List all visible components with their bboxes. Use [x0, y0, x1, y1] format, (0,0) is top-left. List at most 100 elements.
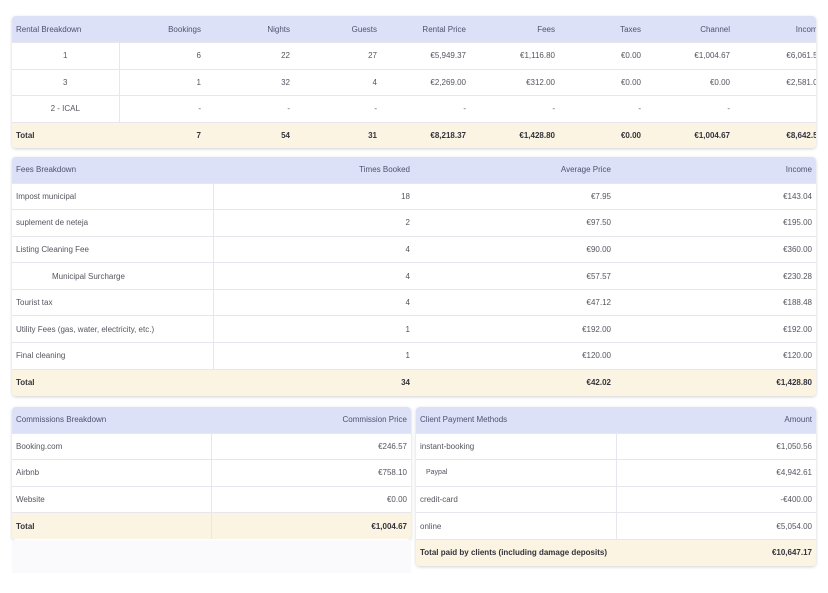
- fee-income-cell: €195.00: [783, 218, 812, 228]
- col-header-fee-income[interactable]: Income: [615, 157, 816, 183]
- col-header-fees-breakdown[interactable]: Fees Breakdown: [12, 157, 213, 183]
- payment-method-name: credit-card: [416, 486, 617, 513]
- amount-cell: €4,942.61: [776, 468, 812, 478]
- total-row: Total 34 €42.02 €1,428.80: [12, 369, 816, 396]
- income-cell: -: [734, 96, 816, 123]
- fees-header-row: Fees Breakdown Times Booked Average Pric…: [12, 157, 816, 183]
- rental-breakdown-card: Rental Breakdown Bookings Nights Guests …: [12, 16, 816, 148]
- col-header-fees[interactable]: Fees: [470, 16, 559, 43]
- bookings-cell: -: [198, 104, 201, 114]
- commission-price-cell: €758.10: [378, 468, 407, 478]
- fee-income-cell: €360.00: [783, 244, 812, 254]
- table-row: online €5,054.00: [416, 512, 816, 540]
- income-cell: €2,581.00: [786, 77, 816, 87]
- channel-name: Airbnb: [12, 459, 212, 487]
- empty-panel-area: [12, 540, 411, 573]
- total-fee-income: €1,428.80: [776, 378, 812, 388]
- average-price-cell: €57.57: [586, 271, 611, 281]
- table-row: Airbnb €758.10: [12, 459, 411, 487]
- fees-cell: €1,116.80: [520, 51, 555, 61]
- fee-name: Utility Fees (gas, water, electricity, e…: [12, 315, 214, 343]
- rental-name: 2 - ICAL: [12, 95, 120, 122]
- average-price-cell: €7.95: [590, 191, 611, 201]
- commission-price-cell: €0.00: [386, 494, 407, 504]
- table-row: Final cleaning 1 €120.00 €120.00: [12, 342, 816, 370]
- col-header-rental-price[interactable]: Rental Price: [381, 16, 470, 43]
- table-row: Paypal €4,942.61: [416, 459, 816, 487]
- rental-price-cell: -: [463, 104, 466, 114]
- commissions-header-row: Commissions Breakdown Commission Price: [12, 407, 411, 433]
- times-booked-cell: 4: [405, 244, 410, 254]
- average-price-cell: €97.50: [586, 218, 611, 228]
- rental-price-cell: €5,949.37: [430, 51, 466, 61]
- table-row: instant-booking €1,050.56: [416, 433, 816, 460]
- col-header-bookings[interactable]: Bookings: [119, 16, 205, 43]
- channel-name: Booking.com: [12, 433, 212, 460]
- times-booked-cell: 2: [405, 218, 410, 228]
- total-channel: €1,004.67: [694, 131, 730, 140]
- nights-cell: 22: [281, 51, 290, 61]
- commissions-breakdown-card: Commissions Breakdown Commission Price B…: [12, 407, 411, 540]
- fee-name: Impost municipal: [12, 183, 214, 210]
- col-header-commission-price[interactable]: Commission Price: [211, 407, 411, 433]
- nights-cell: 32: [281, 77, 290, 87]
- taxes-cell: €0.00: [620, 77, 641, 87]
- payment-method-name: instant-booking: [416, 433, 617, 460]
- amount-cell: €5,054.00: [776, 521, 812, 531]
- amount-cell: €1,050.56: [776, 441, 812, 451]
- table-row: credit-card -€400.00: [416, 486, 816, 513]
- total-rental-price: €8,218.37: [430, 131, 466, 140]
- table-row: suplement de neteja 2 €97.50 €195.00: [12, 209, 816, 237]
- col-header-commissions-breakdown[interactable]: Commissions Breakdown: [12, 407, 211, 433]
- table-row: 3 1 32 4 €2,269.00 €312.00 €0.00 €0.00 €…: [12, 69, 816, 96]
- col-header-guests[interactable]: Guests: [294, 16, 381, 43]
- fee-name: Municipal Surcharge: [12, 262, 214, 290]
- average-price-cell: €47.12: [586, 298, 611, 308]
- col-header-client-payment-methods[interactable]: Client Payment Methods: [416, 407, 616, 433]
- col-header-times-booked[interactable]: Times Booked: [213, 157, 414, 183]
- total-taxes: €0.00: [620, 131, 641, 140]
- channel-name: Website: [12, 486, 212, 513]
- fee-name: Listing Cleaning Fee: [12, 236, 214, 263]
- total-bookings: 7: [196, 131, 201, 140]
- total-label: Total: [12, 512, 212, 540]
- fees-cell: €312.00: [526, 77, 555, 87]
- col-header-rental-breakdown[interactable]: Rental Breakdown: [12, 16, 119, 43]
- total-label: Total: [16, 378, 35, 388]
- guests-cell: -: [374, 104, 377, 114]
- rental-header-row: Rental Breakdown Bookings Nights Guests …: [12, 16, 816, 43]
- col-header-channel[interactable]: Channel: [645, 16, 734, 43]
- table-row: Booking.com €246.57: [12, 433, 411, 460]
- col-header-amount[interactable]: Amount: [616, 407, 816, 433]
- table-row: Tourist tax 4 €47.12 €188.48: [12, 289, 816, 316]
- bookings-cell: 6: [196, 51, 201, 61]
- total-row: Total 7 54 31 €8,218.37 €1,428.80 €0.00 …: [12, 122, 816, 148]
- income-cell: €6,061.50: [786, 51, 816, 61]
- col-header-taxes[interactable]: Taxes: [559, 16, 645, 43]
- col-header-income[interactable]: Income: [734, 16, 816, 43]
- rental-name: 1: [12, 42, 120, 69]
- average-price-cell: €120.00: [582, 351, 611, 361]
- channel-cell: €1,004.67: [694, 51, 730, 61]
- total-row: Total €1,004.67: [12, 512, 411, 540]
- total-average-price: €42.02: [586, 378, 611, 388]
- channel-cell: €0.00: [709, 77, 730, 87]
- total-times-booked: 34: [401, 378, 410, 388]
- nights-cell: -: [287, 104, 290, 114]
- client-payment-methods-card: Client Payment Methods Amount instant-bo…: [416, 407, 816, 566]
- payment-method-name: Paypal: [416, 459, 617, 487]
- times-booked-cell: 4: [405, 298, 410, 308]
- times-booked-cell: 1: [405, 324, 410, 334]
- col-header-average-price[interactable]: Average Price: [414, 157, 615, 183]
- taxes-cell: -: [638, 104, 641, 114]
- col-header-nights[interactable]: Nights: [205, 16, 294, 43]
- fee-income-cell: €143.04: [783, 191, 812, 201]
- times-booked-cell: 1: [405, 351, 410, 361]
- total-guests: 31: [368, 131, 377, 140]
- table-row: Impost municipal 18 €7.95 €143.04: [12, 183, 816, 210]
- table-row: 2 - ICAL - - - - - - - -: [12, 95, 816, 123]
- fee-income-cell: €192.00: [783, 324, 812, 334]
- bookings-cell: 1: [196, 77, 201, 87]
- rental-breakdown-table: Rental Breakdown Bookings Nights Guests …: [12, 16, 816, 148]
- payment-method-name: online: [416, 512, 617, 540]
